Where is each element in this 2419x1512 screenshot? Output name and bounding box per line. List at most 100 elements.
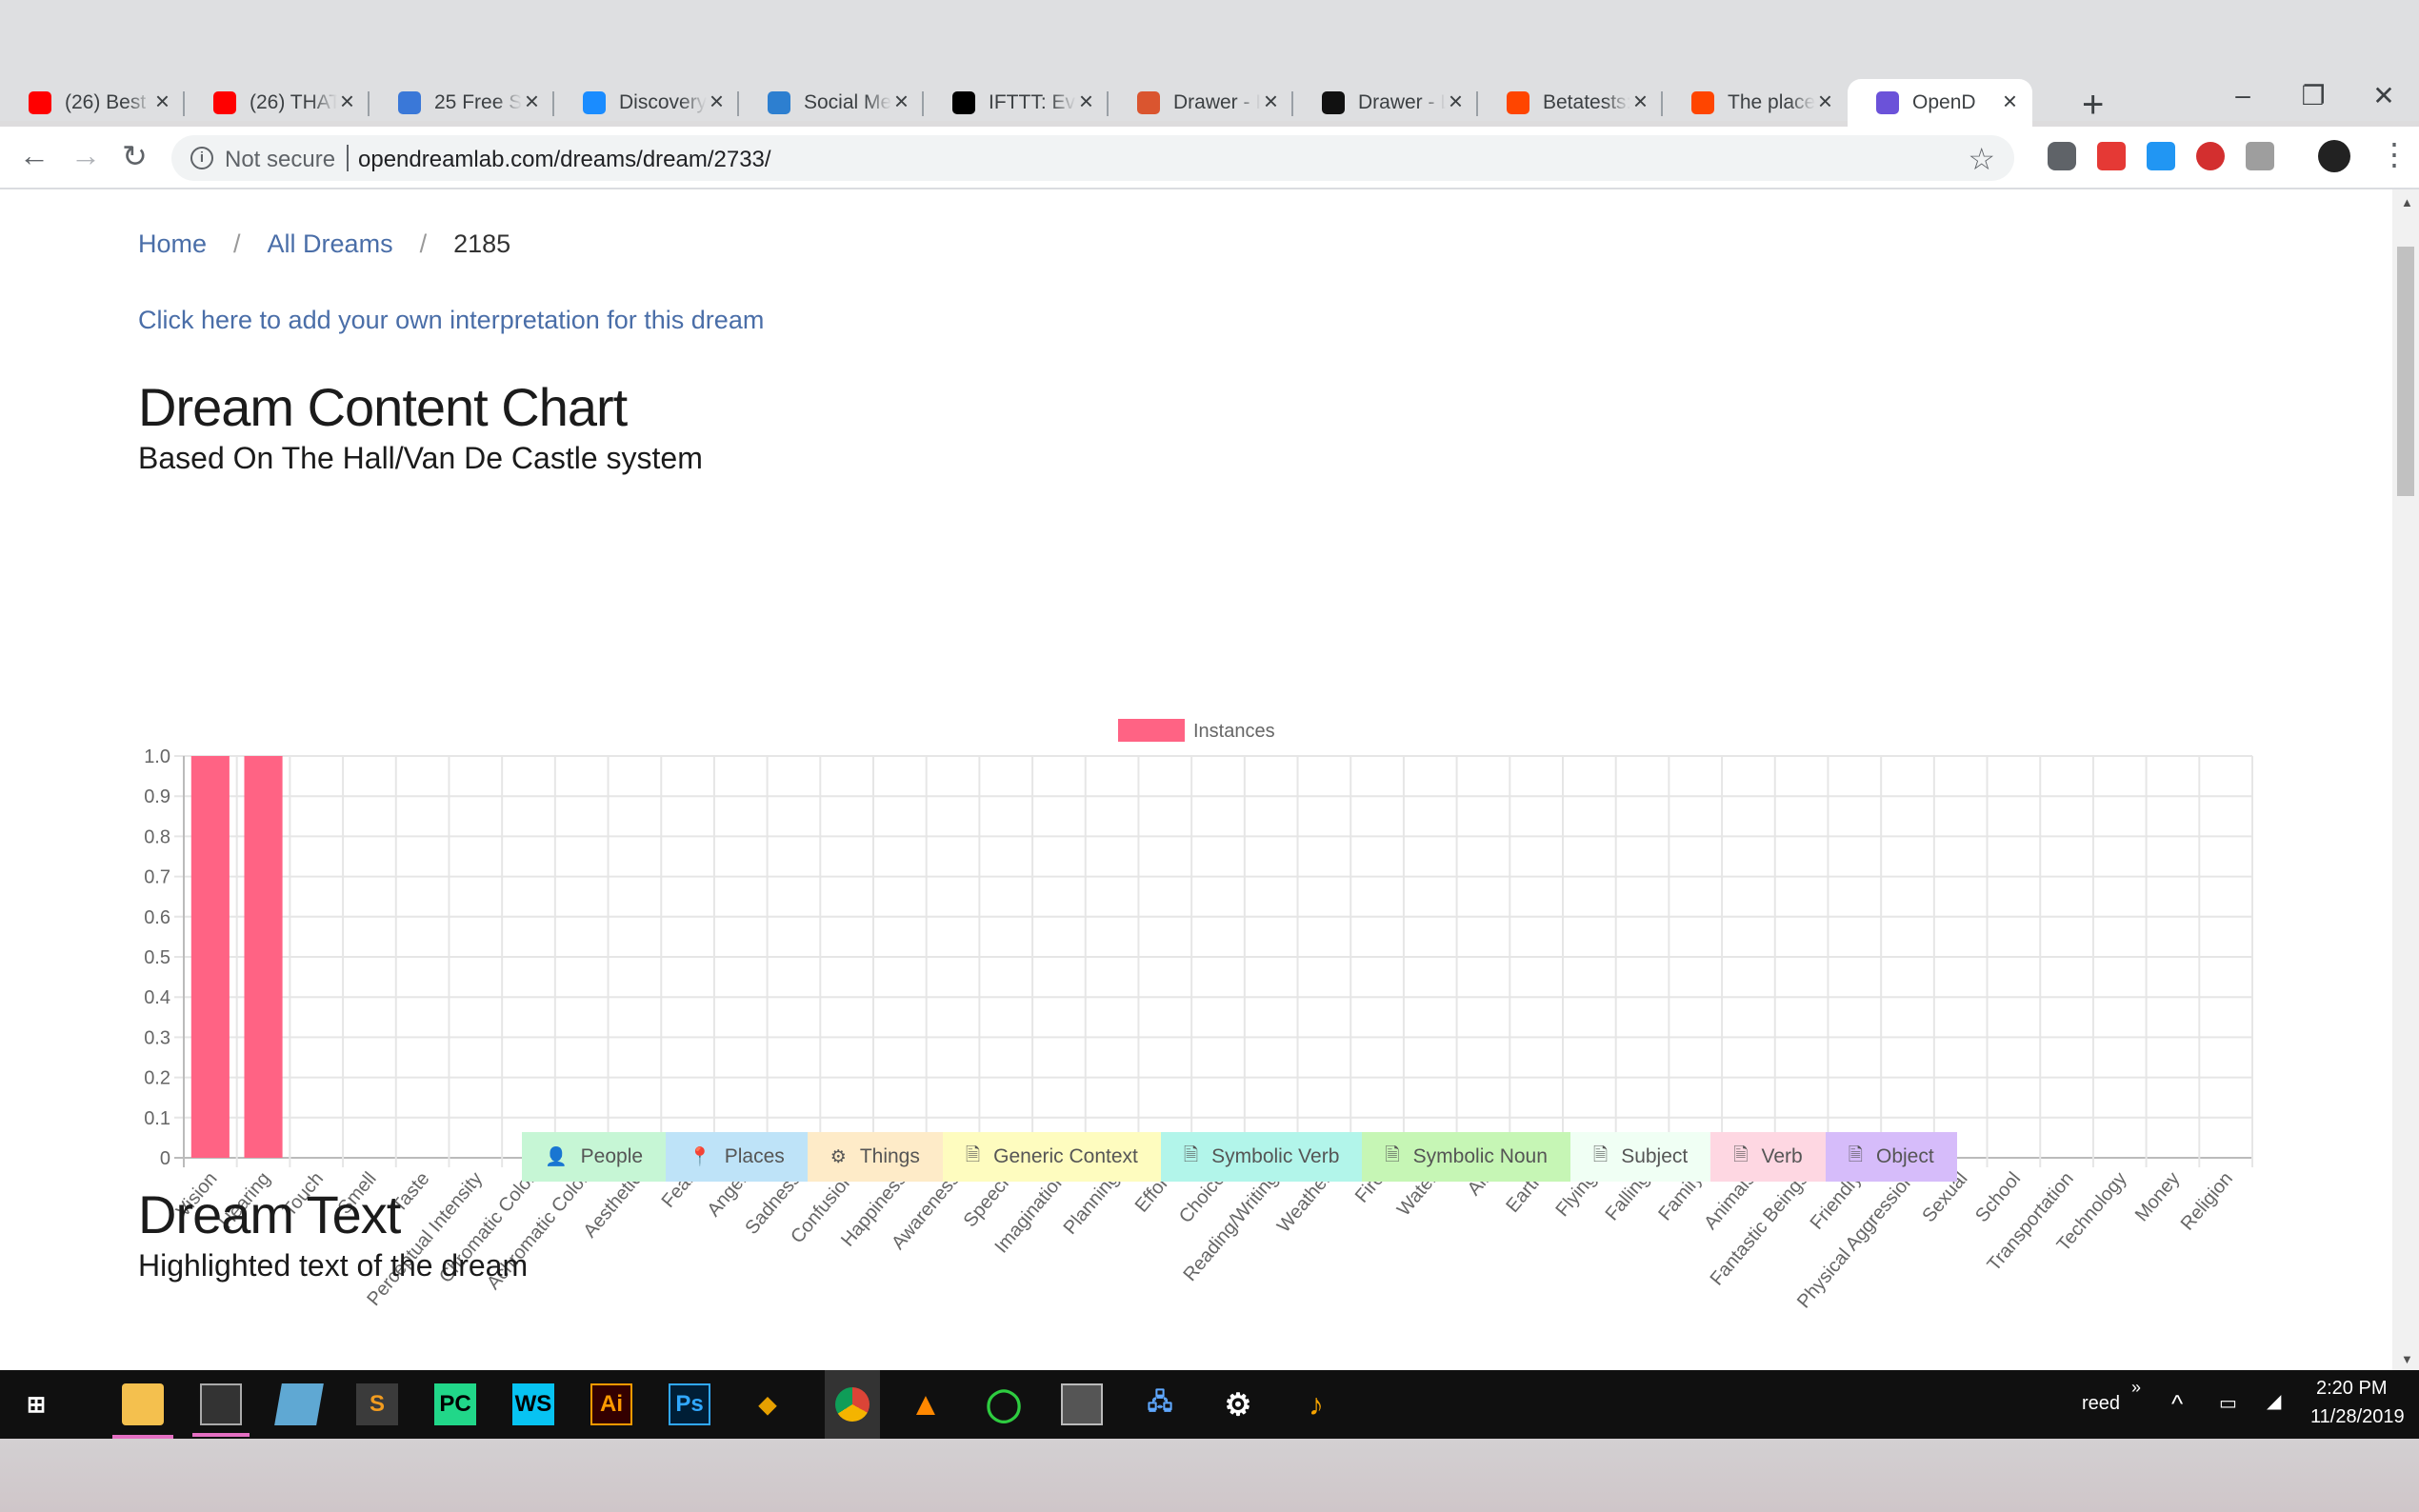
tab-close-icon[interactable]: × [2003, 87, 2017, 116]
browser-tab[interactable]: Discovery × [554, 79, 739, 127]
menu-dots-icon[interactable]: ⋮ [2379, 136, 2409, 172]
highlight-tag-places[interactable]: 📍 Places [666, 1132, 808, 1182]
webstorm-icon[interactable]: WS [512, 1383, 554, 1425]
tab-close-icon[interactable]: × [1449, 87, 1463, 116]
person-icon: 👤 [545, 1147, 568, 1167]
tab-close-icon[interactable]: × [1818, 87, 1832, 116]
browser-tab[interactable]: IFTTT: Eve× [924, 79, 1109, 127]
browser-toolbar: ← → ↻ i Not secure opendreamlab.com/drea… [0, 127, 2419, 189]
url-text[interactable]: opendreamlab.com/dreams/dream/2733/ [358, 147, 771, 173]
window-app-icon[interactable] [1061, 1383, 1103, 1425]
breadcrumb-all-dreams-link[interactable]: All Dreams [268, 229, 393, 258]
todoist-extension-icon[interactable] [2097, 142, 2126, 170]
browser-tab[interactable]: Betatests: × [1478, 79, 1663, 127]
terminal-icon[interactable] [192, 1383, 250, 1437]
highlight-tag-subject[interactable]: 🗎 Subject [1569, 1132, 1711, 1182]
highlight-tag-object[interactable]: 🗎 Object [1825, 1132, 1957, 1182]
chevron-double-icon[interactable]: » [2131, 1378, 2141, 1398]
x-tick-label: Money [2131, 1168, 2184, 1225]
scrollbar-thumb[interactable] [2397, 247, 2414, 496]
breadcrumb-current: 2185 [453, 229, 511, 258]
browser-tab[interactable]: OpenD × [1848, 79, 2032, 127]
illustrator-icon[interactable]: Ai [590, 1383, 632, 1425]
highlight-tag-verb[interactable]: 🗎 Verb [1710, 1132, 1826, 1182]
page-scrollbar[interactable]: ▲ ▼ [2392, 189, 2419, 1370]
file-explorer-icon[interactable] [112, 1383, 173, 1439]
profile-avatar[interactable] [2318, 140, 2350, 172]
tab-close-icon[interactable]: × [340, 87, 354, 116]
tab-close-icon[interactable]: × [1633, 87, 1648, 116]
settings-gear-icon[interactable]: ⚙ [1217, 1383, 1259, 1425]
record-extension-icon[interactable] [2196, 142, 2225, 170]
back-arrow-icon[interactable]: ← [19, 138, 50, 173]
reload-icon[interactable]: ↻ [122, 138, 148, 174]
tab-close-icon[interactable]: × [1079, 87, 1093, 116]
refresh-app-icon[interactable]: ◯ [983, 1383, 1025, 1425]
highlight-tag-label: Generic Context [993, 1145, 1138, 1167]
breadcrumb: Home / All Dreams / 2185 [138, 229, 510, 259]
tab-close-icon[interactable]: × [894, 87, 909, 116]
scroll-up-arrow-icon[interactable]: ▲ [2401, 195, 2413, 209]
screenshot-extension-icon[interactable] [2147, 142, 2175, 170]
browser-tab[interactable]: (26) Best D× [0, 79, 185, 127]
info-icon[interactable]: i [190, 147, 213, 169]
bookmark-star-icon[interactable]: ☆ [1968, 141, 1995, 177]
minimize-button[interactable]: – [2208, 80, 2278, 111]
tab-close-icon[interactable]: × [155, 87, 170, 116]
clock-time[interactable]: 2:20 PM [2316, 1378, 2387, 1400]
highlight-tag-generic-context[interactable]: 🗎 Generic Context [942, 1132, 1161, 1182]
y-tick-label: 1.0 [144, 746, 170, 767]
legend-swatch [1118, 719, 1185, 742]
photoshop-icon[interactable]: Ps [669, 1383, 710, 1425]
ghost-icon [398, 91, 421, 114]
taskbar-user[interactable]: reed [2082, 1393, 2120, 1415]
sublime-text-icon[interactable]: S [356, 1383, 398, 1425]
drawer-icon [1322, 91, 1345, 114]
highlight-tag-things[interactable]: ⚙ Things [807, 1132, 943, 1182]
tab-close-icon[interactable]: × [710, 87, 724, 116]
breadcrumb-home-link[interactable]: Home [138, 229, 207, 258]
browser-tab[interactable]: (26) THAT × [185, 79, 370, 127]
forward-arrow-icon[interactable]: → [70, 138, 101, 173]
y-tick-label: 0 [160, 1148, 170, 1169]
notes-app-icon[interactable] [274, 1383, 324, 1425]
restore-button[interactable]: ❐ [2278, 80, 2349, 111]
clock-date[interactable]: 11/28/2019 [2310, 1406, 2405, 1428]
highlight-tag-symbolic-noun[interactable]: 🗎 Symbolic Noun [1362, 1132, 1570, 1182]
wifi-icon[interactable]: ◢ [2267, 1389, 2281, 1413]
add-interpretation-link[interactable]: Click here to add your own interpretatio… [138, 306, 764, 335]
tab-close-icon[interactable]: × [525, 87, 539, 116]
highlight-tag-symbolic-verb[interactable]: 🗎 Symbolic Verb [1160, 1132, 1363, 1182]
chrome-taskbar-tile[interactable] [825, 1370, 880, 1439]
fl-studio-icon[interactable]: ♪ [1295, 1383, 1337, 1425]
browser-tab[interactable]: Drawer - L × [1293, 79, 1478, 127]
browser-tab[interactable]: 25 Free Sc× [370, 79, 554, 127]
dream-content-chart: 00.10.20.30.40.50.60.70.80.91.0VisionHea… [144, 719, 2253, 1312]
highlight-tag-people[interactable]: 👤 People [522, 1132, 667, 1182]
pycharm-icon[interactable]: PC [434, 1383, 476, 1425]
browser-tab[interactable]: The place × [1663, 79, 1848, 127]
y-tick-label: 0.9 [144, 786, 170, 807]
close-window-button[interactable]: ✕ [2349, 80, 2419, 111]
git-kraken-icon[interactable]: ◆ [747, 1383, 789, 1425]
highlight-tag-label: Subject [1621, 1145, 1689, 1167]
address-bar[interactable]: i Not secure opendreamlab.com/dreams/dre… [171, 135, 2014, 181]
document-icon: 🗎 [1848, 1145, 1863, 1165]
network-app-icon[interactable]: 🖧 [1139, 1383, 1181, 1425]
document-icon: 🗎 [965, 1145, 981, 1165]
tab-title: (26) Best D [65, 91, 152, 113]
browser-tab[interactable]: Social Med× [739, 79, 924, 127]
browser-tab[interactable]: Drawer - I × [1109, 79, 1293, 127]
battery-icon[interactable]: ▭ [2219, 1391, 2237, 1415]
tray-expand-icon[interactable]: ^ [2171, 1389, 2183, 1419]
ublock-extension-icon[interactable] [2048, 142, 2076, 170]
cards-extension-icon[interactable] [2246, 142, 2274, 170]
windows-start-icon[interactable]: ⊞ [15, 1383, 57, 1425]
vlc-icon[interactable]: ▲ [905, 1383, 947, 1425]
new-tab-button[interactable]: + [2082, 84, 2104, 127]
scroll-down-arrow-icon[interactable]: ▼ [2401, 1352, 2413, 1366]
desktop-background [0, 1439, 2419, 1512]
tab-close-icon[interactable]: × [1264, 87, 1278, 116]
reddit-icon [1691, 91, 1714, 114]
tab-title: Discovery [619, 91, 707, 113]
